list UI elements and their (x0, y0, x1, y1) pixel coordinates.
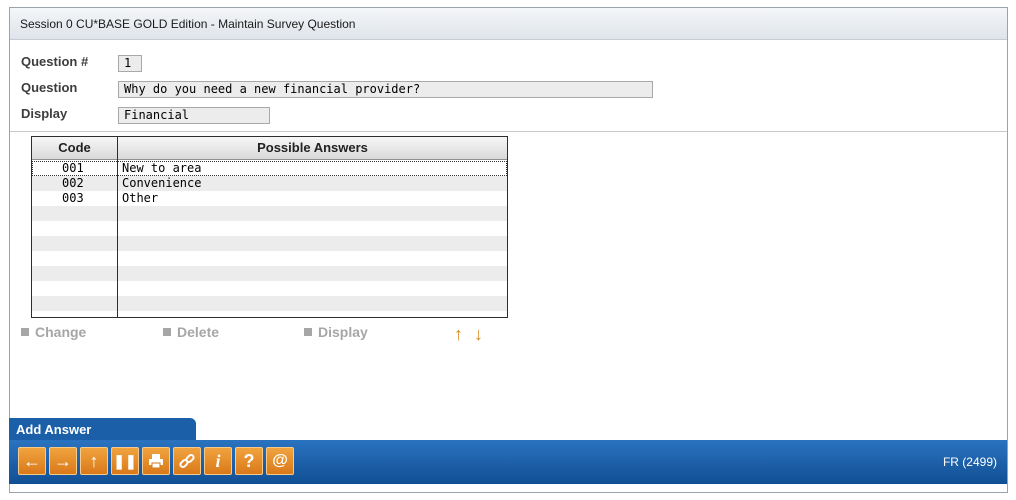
display-field[interactable]: Financial (118, 107, 270, 124)
empty-row (32, 221, 507, 236)
row-code: 002 (62, 176, 84, 190)
change-action[interactable]: Change (21, 324, 86, 340)
up-arrow-icon[interactable]: ↑ (80, 447, 108, 475)
empty-row (32, 251, 507, 266)
table-header: Code Possible Answers (32, 137, 507, 160)
move-down-arrow-icon[interactable]: ↓ (474, 324, 483, 345)
bullet-icon (21, 328, 29, 336)
row-answer: Other (122, 191, 159, 205)
empty-row (32, 266, 507, 281)
table-row[interactable]: 003 Other (32, 191, 507, 206)
question-field[interactable]: Why do you need a new financial provider… (118, 81, 653, 98)
row-answer: Convenience (122, 176, 202, 190)
answers-table: Code Possible Answers 001 New to area 00… (31, 136, 508, 318)
delete-label: Delete (177, 324, 220, 340)
question-label: Question (21, 80, 78, 95)
window-title: Session 0 CU*BASE GOLD Edition - Maintai… (20, 17, 356, 31)
column-divider (117, 137, 118, 317)
help-icon[interactable]: ? (235, 447, 263, 475)
bottom-toolbar: ← → ↑ ❚❚ i ? @ FR (2499) (9, 440, 1007, 484)
forward-arrow-icon[interactable]: → (49, 447, 77, 475)
display-label-action: Display (318, 324, 368, 340)
back-arrow-icon[interactable]: ← (18, 447, 46, 475)
column-header-code[interactable]: Code (32, 140, 117, 155)
question-number-label: Question # (21, 54, 89, 69)
empty-row (32, 296, 507, 311)
title-bar: Session 0 CU*BASE GOLD Edition - Maintai… (10, 8, 1007, 40)
column-header-possible-answers[interactable]: Possible Answers (118, 140, 507, 155)
divider (10, 131, 1007, 132)
change-label: Change (35, 324, 87, 340)
add-answer-label: Add Answer (16, 422, 92, 437)
display-action[interactable]: Display (304, 324, 368, 340)
info-icon[interactable]: i (204, 447, 232, 475)
move-up-arrow-icon[interactable]: ↑ (454, 324, 463, 345)
print-icon[interactable] (142, 447, 170, 475)
table-row[interactable]: 001 New to area (32, 161, 507, 176)
empty-row (32, 236, 507, 251)
empty-row (32, 281, 507, 296)
table-row[interactable]: 002 Convenience (32, 176, 507, 191)
row-code: 001 (62, 161, 84, 175)
row-answer: New to area (122, 161, 202, 175)
question-number-field[interactable]: 1 (118, 55, 142, 72)
add-answer-tab[interactable]: Add Answer (9, 418, 196, 440)
row-code: 003 (62, 191, 84, 205)
pause-icon[interactable]: ❚❚ (111, 447, 139, 475)
empty-row (32, 206, 507, 221)
delete-action[interactable]: Delete (163, 324, 219, 340)
display-label: Display (21, 106, 68, 121)
at-sign-icon[interactable]: @ (266, 447, 294, 475)
bullet-icon (304, 328, 312, 336)
screen-code: FR (2499) (942, 455, 997, 469)
bullet-icon (163, 328, 171, 336)
link-icon[interactable] (173, 447, 201, 475)
